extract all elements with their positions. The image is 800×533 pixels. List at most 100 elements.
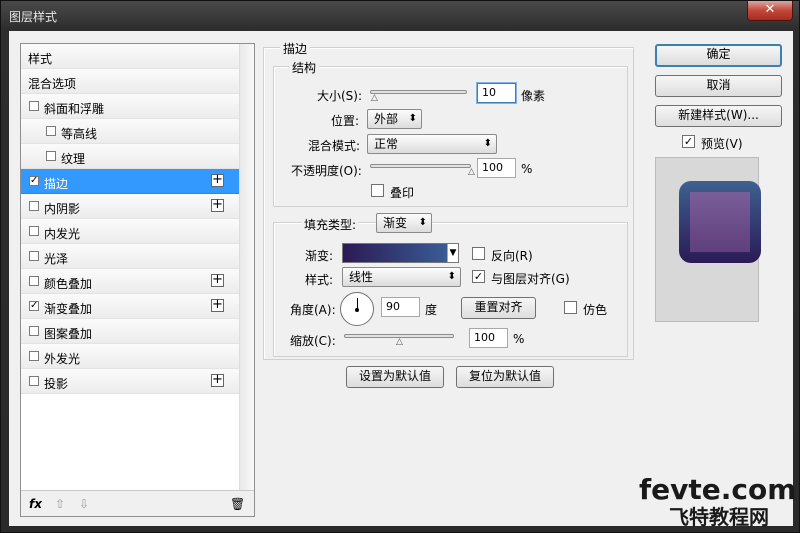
style-item-label: 渐变叠加 — [44, 302, 93, 316]
style-item-checkbox[interactable] — [29, 251, 39, 261]
new-style-button[interactable]: 新建样式(W)... — [655, 105, 782, 127]
opacity-slider-thumb[interactable]: △ — [466, 168, 477, 177]
opacity-label: 不透明度(O): — [291, 164, 362, 178]
style-item[interactable]: 混合选项 — [21, 69, 239, 94]
style-item[interactable]: 光泽 — [21, 244, 239, 269]
scale-input[interactable]: 100 — [469, 328, 508, 348]
style-item[interactable]: 内发光 — [21, 219, 239, 244]
style-item-label: 投影 — [44, 377, 69, 391]
style-item[interactable]: 投影 + — [21, 369, 239, 394]
style-item[interactable]: 纹理 — [21, 144, 239, 169]
style-item-checkbox[interactable] — [29, 276, 39, 286]
style-item-checkbox[interactable] — [46, 126, 56, 136]
dither-checkbox[interactable] — [564, 301, 577, 314]
style-item-checkbox[interactable] — [46, 151, 56, 161]
align-with-layer-checkbox[interactable]: ✓ — [472, 270, 485, 283]
style-item-label: 外发光 — [44, 352, 81, 366]
position-label: 位置: — [331, 114, 360, 128]
chevron-updown-icon: ⬍ — [447, 271, 456, 282]
layer-style-dialog: 图层样式 ✕ 样式 混合选项 斜面和浮雕等高线纹理 ✓ 描边 + 内阴影 + 内发光光泽颜色叠… — [0, 0, 800, 533]
style-item-checkbox[interactable] — [29, 351, 39, 361]
fill-type-dropdown[interactable]: 渐变 ⬍ — [376, 213, 432, 233]
style-item-label: 纹理 — [61, 152, 86, 166]
style-item-label: 等高线 — [61, 127, 98, 141]
angle-input[interactable]: 90 — [381, 297, 420, 317]
add-icon[interactable]: + — [211, 273, 224, 287]
close-button[interactable]: ✕ — [747, 1, 793, 21]
add-icon[interactable]: + — [211, 198, 224, 212]
chevron-updown-icon: ⬍ — [418, 217, 427, 228]
size-slider[interactable] — [370, 90, 467, 94]
gradient-picker[interactable]: ▼ — [342, 243, 459, 263]
style-item-checkbox[interactable] — [29, 101, 39, 111]
reset-align-button[interactable]: 重置对齐 — [461, 297, 536, 319]
ok-button[interactable]: 确定 — [655, 44, 782, 67]
scale-slider-thumb[interactable]: △ — [394, 338, 405, 347]
scale-unit: % — [513, 332, 525, 346]
style-item-checkbox[interactable]: ✓ — [29, 176, 39, 186]
preview-checkbox[interactable]: ✓ — [682, 135, 695, 148]
style-item-checkbox[interactable] — [29, 376, 39, 386]
preview-inner-shape — [690, 192, 750, 252]
move-up-icon[interactable]: ⇧ — [55, 497, 65, 511]
size-slider-thumb[interactable]: △ — [369, 94, 380, 103]
size-unit: 像素 — [521, 89, 546, 103]
trash-icon[interactable]: 🗑 — [230, 497, 245, 511]
fill-type-value: 渐变 — [383, 216, 408, 230]
style-item-checkbox[interactable]: ✓ — [29, 301, 39, 311]
styles-footer: fx ⇧ ⇩ 🗑 — [21, 490, 254, 516]
style-item[interactable]: ✓ 渐变叠加 + — [21, 294, 239, 319]
style-label: 样式: — [305, 273, 334, 287]
chevron-down-icon[interactable]: ▼ — [447, 244, 458, 262]
gradient-swatch[interactable] — [343, 244, 447, 262]
add-icon[interactable]: + — [211, 173, 224, 187]
style-item-checkbox[interactable] — [29, 201, 39, 211]
blend-mode-dropdown[interactable]: 正常 ⬍ — [367, 134, 497, 154]
add-icon[interactable]: + — [211, 298, 224, 312]
scale-label: 缩放(C): — [290, 334, 336, 348]
preview-check: ✓ — [683, 135, 694, 148]
style-item-label: 颜色叠加 — [44, 277, 93, 291]
angle-label: 角度(A): — [290, 303, 336, 317]
style-item[interactable]: 内阴影 + — [21, 194, 239, 219]
size-label: 大小(S): — [317, 89, 363, 103]
angle-dial[interactable] — [340, 292, 374, 326]
style-item[interactable]: 斜面和浮雕 — [21, 94, 239, 119]
style-item[interactable]: 等高线 — [21, 119, 239, 144]
chevron-updown-icon: ⬍ — [408, 113, 417, 124]
styles-panel: 样式 混合选项 斜面和浮雕等高线纹理 ✓ 描边 + 内阴影 + 内发光光泽颜色叠加 + ✓ 渐变叠加… — [20, 43, 255, 517]
position-dropdown[interactable]: 外部 ⬍ — [367, 109, 422, 129]
angle-dial-center — [355, 308, 359, 312]
window-title: 图层样式 — [9, 10, 58, 24]
styles-scrollbar[interactable] — [239, 44, 254, 490]
fx-icon[interactable]: fx — [29, 497, 42, 511]
style-dropdown[interactable]: 线性 ⬍ — [342, 267, 461, 287]
overprint-checkbox[interactable] — [371, 184, 384, 197]
make-default-button[interactable]: 设置为默认值 — [346, 366, 444, 388]
style-item-checkbox[interactable] — [29, 326, 39, 336]
reverse-checkbox[interactable] — [472, 247, 485, 260]
add-icon[interactable]: + — [211, 373, 224, 387]
opacity-input[interactable]: 100 — [477, 158, 516, 178]
style-item[interactable]: 图案叠加 — [21, 319, 239, 344]
fill-type-label: 填充类型: — [301, 216, 360, 233]
style-item[interactable]: ✓ 描边 + — [21, 169, 239, 194]
reset-default-button[interactable]: 复位为默认值 — [456, 366, 554, 388]
style-item-label: 内发光 — [44, 227, 81, 241]
size-input[interactable]: 10 — [477, 83, 516, 103]
styles-header[interactable]: 样式 — [21, 44, 239, 69]
style-item-checkbox[interactable] — [29, 226, 39, 236]
chevron-updown-icon: ⬍ — [483, 138, 492, 149]
cancel-button[interactable]: 取消 — [655, 75, 782, 97]
position-value: 外部 — [374, 112, 399, 126]
style-item[interactable]: 外发光 — [21, 344, 239, 369]
title-bar: 图层样式 ✕ — [1, 1, 800, 31]
style-value: 线性 — [349, 270, 374, 284]
gradient-label: 渐变: — [305, 249, 334, 263]
style-item[interactable]: 颜色叠加 + — [21, 269, 239, 294]
move-down-icon[interactable]: ⇩ — [79, 497, 89, 511]
preview-thumbnail — [679, 181, 761, 263]
opacity-slider[interactable] — [370, 164, 471, 168]
style-item-label: 光泽 — [44, 252, 69, 266]
watermark-site-name: 飞特教程网 — [669, 505, 769, 529]
